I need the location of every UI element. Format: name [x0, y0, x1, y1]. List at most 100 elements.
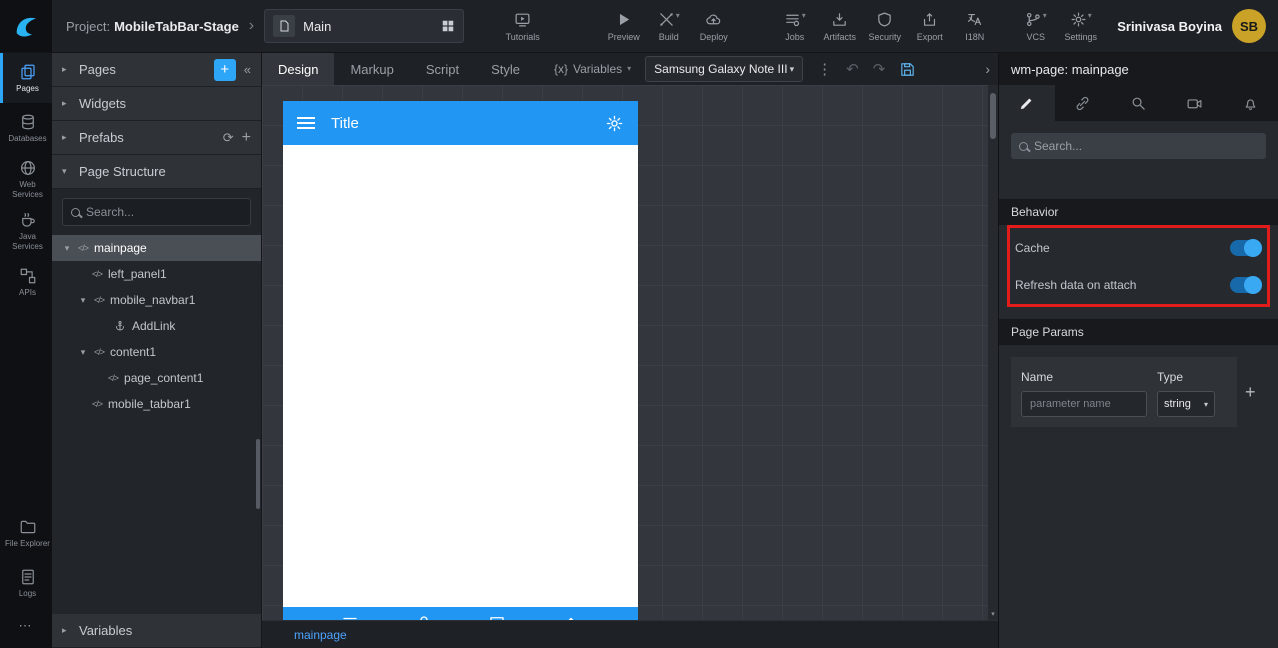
- database-icon: [21, 114, 34, 130]
- add-param-button[interactable]: +: [1245, 382, 1256, 403]
- user-name: Srinivasa Boyina: [1117, 18, 1222, 34]
- app-logo[interactable]: [0, 0, 52, 52]
- param-type-select[interactable]: string ▾: [1157, 391, 1215, 417]
- tree-item-mobile-navbar1[interactable]: ▾ </> mobile_navbar1: [52, 287, 261, 313]
- tab-markup[interactable]: Markup: [334, 53, 409, 85]
- mobile-tabbar[interactable]: [283, 607, 638, 620]
- tab-design[interactable]: Design: [262, 53, 335, 85]
- grid-view-icon[interactable]: [441, 19, 455, 33]
- tab-inspect[interactable]: [1111, 85, 1167, 121]
- tab-preview-device[interactable]: [1166, 85, 1222, 121]
- open-pages-bar: mainpage: [262, 620, 998, 648]
- section-page-structure[interactable]: ▾ Page Structure: [52, 155, 261, 189]
- build-button[interactable]: ▾ Build: [646, 11, 691, 42]
- tab-properties[interactable]: [999, 85, 1055, 121]
- tree-item-content1[interactable]: ▾ </> content1: [52, 339, 261, 365]
- tree-item-left-panel1[interactable]: </> left_panel1: [52, 261, 261, 287]
- refresh-data-row: Refresh data on attach: [999, 266, 1278, 303]
- properties-search[interactable]: [1011, 133, 1266, 159]
- chat-icon: [490, 617, 505, 620]
- security-button[interactable]: Security: [862, 11, 907, 42]
- expand-panel-icon[interactable]: ›: [977, 61, 998, 77]
- avatar[interactable]: SB: [1232, 9, 1266, 43]
- section-prefabs[interactable]: ▸ Prefabs ⟳ +: [52, 121, 261, 155]
- chevron-right-icon[interactable]: ›: [249, 17, 254, 35]
- page-selector[interactable]: Main: [264, 9, 465, 43]
- caret-right-icon: ▸: [62, 98, 67, 108]
- tree-item-mobile-tabbar1[interactable]: </> mobile_tabbar1: [52, 391, 261, 417]
- code-icon: </>: [94, 295, 105, 305]
- rail-item-apis[interactable]: APIs: [0, 257, 52, 307]
- cloud-upload-icon: [706, 14, 721, 24]
- gear-icon[interactable]: [605, 114, 624, 133]
- device-select[interactable]: Samsung Galaxy Note III ▾: [645, 56, 804, 82]
- section-variables[interactable]: ▸ Variables: [52, 614, 261, 648]
- i18n-button[interactable]: I18N: [952, 11, 997, 42]
- user-menu[interactable]: Srinivasa Boyina SB: [1117, 9, 1266, 43]
- refresh-prefabs-icon[interactable]: ⟳: [223, 130, 234, 146]
- tree-item-mainpage[interactable]: ▾ </> mainpage: [52, 235, 261, 261]
- rail-item-logs[interactable]: Logs: [0, 558, 52, 608]
- more-options-icon[interactable]: ⋮: [817, 60, 832, 78]
- rail-item-pages[interactable]: Pages: [0, 53, 52, 103]
- undo-icon[interactable]: ↶: [846, 60, 859, 78]
- rail-item-web-services[interactable]: Web Services: [0, 153, 52, 205]
- code-icon: </>: [108, 373, 119, 383]
- tab-events[interactable]: [1222, 85, 1278, 121]
- variables-dropdown[interactable]: {x} Variables ▾: [554, 62, 631, 76]
- add-prefab-icon[interactable]: +: [242, 129, 251, 147]
- top-bar: Project: MobileTabBar-Stage › Main Tutori…: [0, 0, 1278, 53]
- rail-item-java-services[interactable]: Java Services: [0, 205, 52, 257]
- search-icon: [1019, 141, 1028, 151]
- preview-button[interactable]: Preview: [601, 11, 646, 42]
- tree-scrollbar[interactable]: [256, 439, 260, 509]
- scrollbar-thumb[interactable]: [990, 93, 996, 139]
- caret-down-icon[interactable]: ▾: [78, 295, 88, 306]
- tab-script[interactable]: Script: [410, 53, 475, 85]
- refresh-data-toggle[interactable]: [1230, 275, 1262, 294]
- rail-item-file-explorer[interactable]: File Explorer: [0, 508, 52, 558]
- structure-search[interactable]: [62, 198, 251, 226]
- hamburger-menu-icon[interactable]: [297, 122, 315, 124]
- caret-down-icon[interactable]: ▾: [62, 243, 72, 254]
- more-menu-icon[interactable]: ⋯: [0, 608, 52, 648]
- caret-down-icon: ▾: [1087, 10, 1092, 20]
- tutorials-button[interactable]: Tutorials: [500, 11, 545, 42]
- tree-item-addlink[interactable]: AddLink: [52, 313, 261, 339]
- mobile-preview[interactable]: Title: [283, 101, 638, 620]
- rail-item-databases[interactable]: Databases: [0, 103, 52, 153]
- page-file-icon: [273, 15, 296, 37]
- artifacts-button[interactable]: Artifacts: [817, 11, 862, 42]
- settings-button[interactable]: ▾ Settings: [1058, 11, 1103, 42]
- tree-item-page-content1[interactable]: </> page_content1: [52, 365, 261, 391]
- section-widgets[interactable]: ▸ Widgets: [52, 87, 261, 121]
- design-canvas[interactable]: Title ▾: [262, 85, 998, 620]
- name-column-header: Name: [1021, 370, 1054, 384]
- jobs-button[interactable]: ▾ Jobs: [772, 11, 817, 42]
- vcs-button[interactable]: ▾ VCS: [1013, 11, 1058, 42]
- code-icon: </>: [92, 399, 103, 409]
- collapse-panel-icon[interactable]: «: [244, 62, 251, 77]
- list-icon: [343, 617, 357, 620]
- tab-style[interactable]: Style: [475, 53, 536, 85]
- param-name-input[interactable]: [1021, 391, 1147, 417]
- scroll-down-arrow[interactable]: ▾: [988, 610, 998, 618]
- folder-icon: [20, 520, 35, 533]
- add-page-button[interactable]: +: [213, 58, 236, 81]
- refresh-data-label: Refresh data on attach: [1015, 277, 1137, 292]
- structure-search-input[interactable]: [86, 205, 242, 219]
- canvas-scrollbar[interactable]: ▾: [988, 85, 998, 620]
- page-structure-tree: ▾ </> mainpage </> left_panel1 ▾ </> mob…: [52, 189, 261, 648]
- tab-styles[interactable]: [1055, 85, 1111, 121]
- cache-toggle[interactable]: [1230, 238, 1262, 257]
- caret-down-icon[interactable]: ▾: [78, 347, 88, 358]
- mobile-navbar[interactable]: Title: [283, 101, 638, 145]
- export-button[interactable]: Export: [907, 11, 952, 42]
- redo-icon[interactable]: ↷: [873, 60, 886, 78]
- save-icon[interactable]: [899, 61, 916, 78]
- page-tab-mainpage[interactable]: mainpage: [294, 628, 347, 642]
- deploy-button[interactable]: Deploy: [691, 11, 736, 42]
- caret-down-icon: ▾: [1042, 10, 1047, 20]
- section-pages[interactable]: ▸ Pages + «: [52, 53, 261, 87]
- properties-search-input[interactable]: [1034, 139, 1258, 153]
